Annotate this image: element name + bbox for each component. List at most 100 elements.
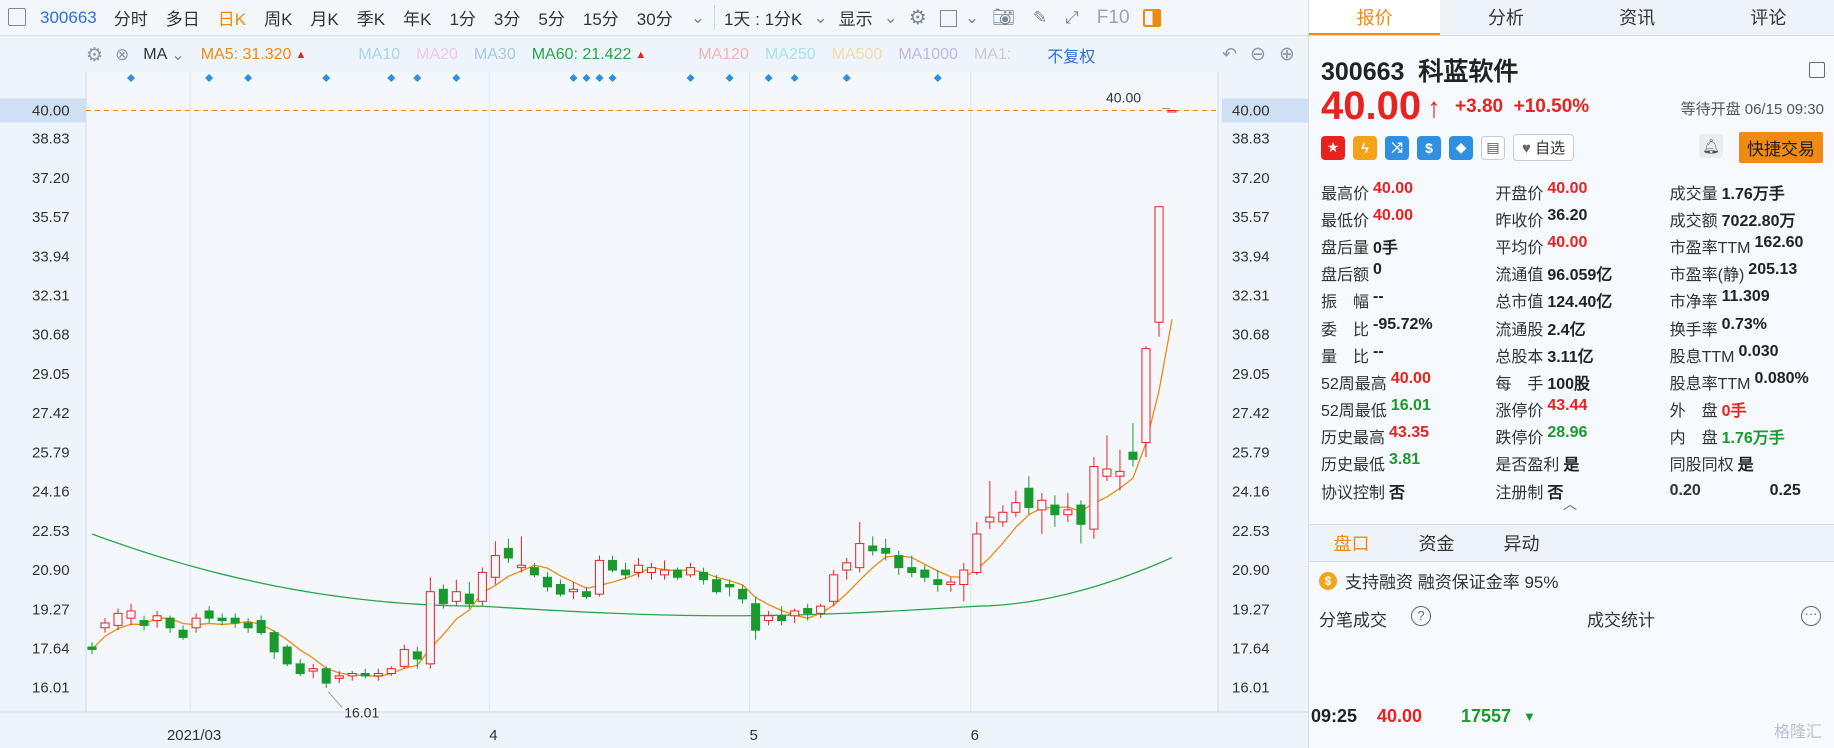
- candlestick-chart[interactable]: 2021/03 4 5 6 38.83 38.83 37.20 37.20 35.57 35.57…: [0, 72, 1308, 748]
- indicator-close-icon[interactable]: ⊗: [115, 45, 129, 65]
- zoom-out-icon[interactable]: ⊖: [1250, 43, 1266, 66]
- expand-panel-icon[interactable]: [1809, 62, 1825, 78]
- candle-body[interactable]: [568, 588, 578, 593]
- candle-body[interactable]: [1024, 487, 1034, 508]
- candle-body[interactable]: [659, 569, 670, 576]
- zoom-in-icon[interactable]: ⊕: [1279, 43, 1295, 66]
- candle-body[interactable]: [87, 646, 97, 650]
- fullscreen-icon[interactable]: ⤢: [1056, 8, 1088, 28]
- period-tab-15min[interactable]: 15分: [574, 5, 628, 30]
- indicator-chevron-icon[interactable]: ⌄: [171, 45, 184, 65]
- candle-body[interactable]: [308, 668, 318, 672]
- candle-body[interactable]: [555, 583, 565, 595]
- candle-body[interactable]: [386, 668, 396, 675]
- period-tab-yearly[interactable]: 年K: [394, 5, 440, 30]
- indicator-name[interactable]: MA: [143, 46, 167, 64]
- candle-body[interactable]: [347, 673, 357, 677]
- layout-square-icon[interactable]: [936, 8, 961, 28]
- tag-icon[interactable]: ◆: [1449, 135, 1473, 160]
- f10-button[interactable]: F10: [1088, 7, 1139, 29]
- candle-body[interactable]: [126, 610, 136, 619]
- tab-quote[interactable]: 报价: [1309, 0, 1441, 35]
- candle-body[interactable]: [230, 617, 240, 624]
- document-icon[interactable]: ▤: [1481, 135, 1505, 160]
- period-tab-quarterly[interactable]: 季K: [348, 5, 394, 30]
- period-tab-1min[interactable]: 1分: [440, 5, 484, 30]
- candle-body[interactable]: [581, 591, 591, 598]
- lightning-icon[interactable]: ϟ: [1353, 135, 1377, 160]
- candle-body[interactable]: [399, 648, 409, 667]
- undo-icon[interactable]: ↶: [1222, 44, 1237, 65]
- candle-body[interactable]: [751, 603, 761, 631]
- candle-body[interactable]: [152, 615, 162, 622]
- settings-gear-icon[interactable]: ⚙: [900, 5, 936, 30]
- candle-body[interactable]: [451, 591, 461, 602]
- candle-body[interactable]: [1089, 466, 1099, 530]
- period-tab-5min[interactable]: 5分: [529, 5, 573, 30]
- period-tab-multiday[interactable]: 多日: [157, 5, 209, 30]
- candle-body[interactable]: [620, 569, 631, 576]
- candle-body[interactable]: [855, 543, 865, 569]
- quick-trade-button[interactable]: 快捷交易: [1739, 132, 1823, 163]
- period-tab-30min[interactable]: 30分: [628, 5, 682, 30]
- candle-body[interactable]: [985, 516, 995, 523]
- candle-body[interactable]: [165, 617, 175, 629]
- candle-body[interactable]: [607, 559, 618, 571]
- candle-body[interactable]: [816, 605, 826, 614]
- shuffle-icon[interactable]: ⤨: [1385, 135, 1409, 160]
- candle-body[interactable]: [529, 567, 539, 576]
- candle-body[interactable]: [764, 615, 774, 622]
- candle-body[interactable]: [738, 588, 748, 600]
- candle-body[interactable]: [933, 579, 943, 585]
- candle-body[interactable]: [1102, 468, 1112, 477]
- candle-body[interactable]: [998, 511, 1008, 523]
- candle-body[interactable]: [1128, 451, 1138, 460]
- candle-body[interactable]: [907, 567, 917, 573]
- candle-body[interactable]: [295, 663, 305, 675]
- dollar-icon[interactable]: $: [1417, 135, 1441, 160]
- period-tab-intraday[interactable]: 分时: [105, 5, 157, 30]
- period-tab-daily[interactable]: 日K: [209, 5, 255, 30]
- candle-body[interactable]: [464, 593, 474, 605]
- subtab-movement[interactable]: 异动: [1479, 525, 1564, 561]
- candle-body[interactable]: [712, 579, 722, 593]
- more-options-icon[interactable]: ···: [1801, 606, 1821, 626]
- range-chevron-icon[interactable]: ⌄: [811, 8, 829, 28]
- candle-body[interactable]: [959, 569, 969, 585]
- candle-body[interactable]: [829, 574, 839, 602]
- candle-body[interactable]: [204, 610, 214, 619]
- pencil-draw-icon[interactable]: ✎: [1024, 8, 1056, 28]
- candle-body[interactable]: [438, 588, 448, 605]
- candle-body[interactable]: [920, 569, 930, 578]
- candle-body[interactable]: [334, 675, 344, 679]
- subtab-capital[interactable]: 资金: [1394, 525, 1479, 561]
- candle-body[interactable]: [373, 673, 383, 677]
- candle-body[interactable]: [790, 610, 800, 617]
- display-menu[interactable]: 显示: [830, 5, 882, 30]
- help-icon[interactable]: ?: [1411, 606, 1431, 626]
- candle-body[interactable]: [868, 545, 878, 552]
- candle-body[interactable]: [139, 620, 149, 626]
- candle-body[interactable]: [217, 617, 227, 622]
- period-tab-3min[interactable]: 3分: [485, 5, 529, 30]
- candle-body[interactable]: [777, 615, 787, 622]
- candle-body[interactable]: [686, 567, 696, 576]
- candle-body[interactable]: [516, 564, 526, 569]
- candle-body[interactable]: [803, 608, 813, 614]
- candle-body[interactable]: [699, 571, 709, 581]
- bell-icon[interactable]: 🔔︎: [1699, 134, 1723, 158]
- subtab-orderbook[interactable]: 盘口: [1309, 525, 1394, 561]
- candle-body[interactable]: [881, 547, 891, 554]
- candle-body[interactable]: [725, 583, 735, 588]
- candle-body[interactable]: [1115, 470, 1125, 477]
- candle-body[interactable]: [503, 547, 513, 559]
- period-tab-weekly[interactable]: 周K: [255, 5, 301, 30]
- display-chevron-icon[interactable]: ⌄: [882, 8, 900, 28]
- candle-body[interactable]: [594, 559, 605, 595]
- period-tab-monthly[interactable]: 月K: [301, 5, 347, 30]
- candle-body[interactable]: [1037, 499, 1047, 511]
- candle-body[interactable]: [1167, 109, 1177, 113]
- indicator-settings-icon[interactable]: ⚙: [86, 44, 103, 67]
- candle-body[interactable]: [894, 555, 904, 569]
- candle-body[interactable]: [425, 591, 435, 665]
